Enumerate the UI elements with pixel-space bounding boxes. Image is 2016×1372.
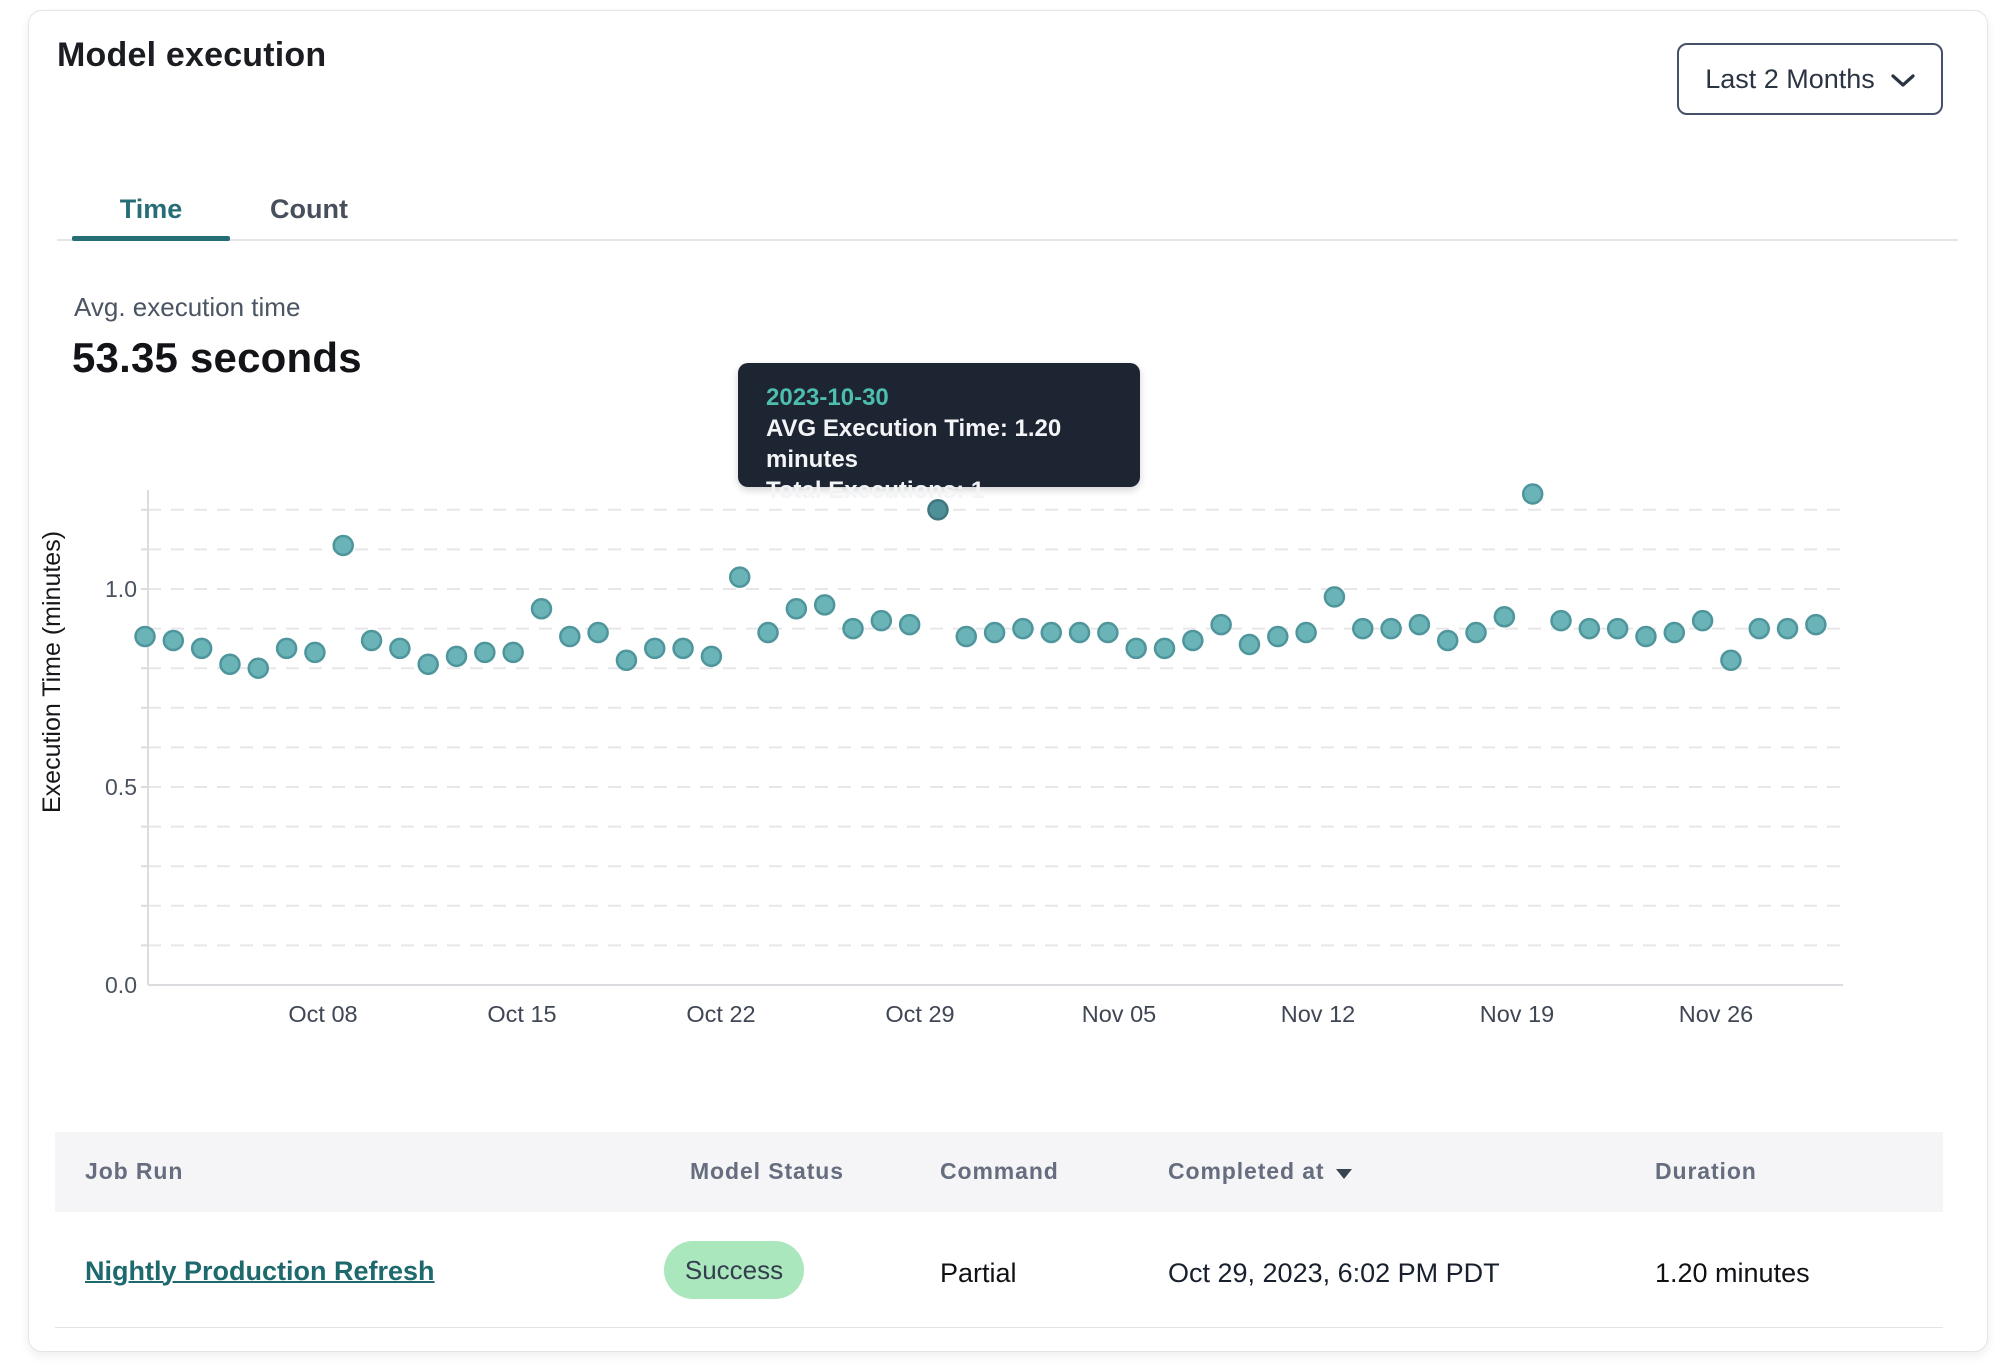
scatter-point[interactable] (475, 643, 494, 662)
scatter-point[interactable] (305, 643, 324, 662)
completed-at-cell: Oct 29, 2023, 6:02 PM PDT (1168, 1258, 1500, 1289)
x-tick-label: Oct 08 (288, 1001, 357, 1027)
scatter-point[interactable] (1750, 619, 1769, 638)
page-title: Model execution (57, 36, 326, 75)
scatter-point[interactable] (1495, 607, 1514, 626)
scatter-point[interactable] (419, 655, 438, 674)
scatter-point[interactable] (136, 627, 155, 646)
scatter-point[interactable] (787, 599, 806, 618)
x-tick-label: Oct 15 (487, 1001, 556, 1027)
scatter-point[interactable] (1325, 587, 1344, 606)
scatter-point[interactable] (277, 639, 296, 658)
scatter-point[interactable] (1098, 623, 1117, 642)
scatter-point[interactable] (1665, 623, 1684, 642)
scatter-point[interactable] (1410, 615, 1429, 634)
scatter-point[interactable] (362, 631, 381, 650)
scatter-point[interactable] (1806, 615, 1825, 634)
scatter-point[interactable] (1382, 619, 1401, 638)
chart-tooltip: 2023-10-30 AVG Execution Time: 1.20 minu… (738, 363, 1140, 487)
scatter-point[interactable] (1070, 623, 1089, 642)
x-tick-label: Nov 05 (1082, 1001, 1156, 1027)
scatter-point[interactable] (164, 631, 183, 650)
scatter-point[interactable] (702, 647, 721, 666)
scatter-point[interactable] (1240, 635, 1259, 654)
x-tick-label: Oct 29 (885, 1001, 954, 1027)
date-range-dropdown[interactable]: Last 2 Months (1677, 43, 1943, 115)
sort-desc-icon (1336, 1169, 1352, 1179)
scatter-point[interactable] (1155, 639, 1174, 658)
scatter-point[interactable] (1183, 631, 1202, 650)
scatter-point[interactable] (1013, 619, 1032, 638)
scatter-point[interactable] (759, 623, 778, 642)
y-tick-label: 0.5 (105, 774, 137, 800)
scatter-point[interactable] (220, 655, 239, 674)
scatter-point[interactable] (532, 599, 551, 618)
scatter-point[interactable] (1608, 619, 1627, 638)
scatter-point[interactable] (730, 568, 749, 587)
scatter-point[interactable] (1721, 651, 1740, 670)
scatter-point[interactable] (1268, 627, 1287, 646)
active-tab-underline (72, 236, 230, 241)
scatter-point[interactable] (192, 639, 211, 658)
column-header-duration[interactable]: Duration (1655, 1158, 1757, 1185)
y-tick-label: 0.0 (105, 972, 137, 998)
scatter-point[interactable] (1353, 619, 1372, 638)
date-range-label: Last 2 Months (1705, 64, 1875, 95)
scatter-point[interactable] (872, 611, 891, 630)
x-tick-label: Nov 12 (1281, 1001, 1355, 1027)
scatter-point[interactable] (1127, 639, 1146, 658)
scatter-point[interactable] (1636, 627, 1655, 646)
scatter-point[interactable] (1778, 619, 1797, 638)
scatter-point[interactable] (447, 647, 466, 666)
command-cell: Partial (940, 1258, 1017, 1289)
scatter-point[interactable] (645, 639, 664, 658)
tooltip-total-executions: Total Executions: 1 (766, 475, 1112, 506)
scatter-point[interactable] (504, 643, 523, 662)
y-tick-label: 1.0 (105, 576, 137, 602)
scatter-point[interactable] (589, 623, 608, 642)
scatter-point[interactable] (1467, 623, 1486, 642)
tooltip-date: 2023-10-30 (766, 382, 1112, 413)
scatter-point[interactable] (1552, 611, 1571, 630)
tabs-bottom-border (57, 239, 1958, 241)
job-run-link[interactable]: Nightly Production Refresh (85, 1256, 435, 1287)
scatter-point[interactable] (815, 595, 834, 614)
scatter-point[interactable] (1438, 631, 1457, 650)
scatter-point[interactable] (1297, 623, 1316, 642)
scatter-point[interactable] (334, 536, 353, 555)
column-header-model-status[interactable]: Model Status (690, 1158, 844, 1185)
scatter-point[interactable] (1212, 615, 1231, 634)
status-badge: Success (664, 1241, 804, 1299)
x-tick-label: Nov 26 (1679, 1001, 1753, 1027)
scatter-point[interactable] (957, 627, 976, 646)
scatter-point[interactable] (1580, 619, 1599, 638)
scatter-point[interactable] (1693, 611, 1712, 630)
x-tick-label: Nov 19 (1480, 1001, 1554, 1027)
chevron-down-icon (1891, 74, 1915, 88)
execution-time-chart[interactable]: 0.0 0.5 1.0 Oct 08 Oct 15 Oct 22 Oct 29 Nov 05 N… (25, 450, 1965, 1050)
tab-time[interactable]: Time (72, 178, 230, 240)
scatter-point[interactable] (674, 639, 693, 658)
x-tick-label: Oct 22 (686, 1001, 755, 1027)
scatter-point[interactable] (900, 615, 919, 634)
scatter-point[interactable] (844, 619, 863, 638)
row-divider (55, 1327, 1943, 1328)
avg-execution-time-label: Avg. execution time (74, 292, 300, 323)
scatter-point[interactable] (617, 651, 636, 670)
column-header-job-run[interactable]: Job Run (85, 1158, 183, 1185)
scatter-point[interactable] (1042, 623, 1061, 642)
duration-cell: 1.20 minutes (1655, 1258, 1810, 1289)
avg-execution-time-value: 53.35 seconds (72, 334, 362, 382)
scatter-point[interactable] (390, 639, 409, 658)
column-header-completed-at[interactable]: Completed at (1168, 1158, 1352, 1185)
tab-count[interactable]: Count (230, 178, 388, 240)
chart-tabs: Time Count (72, 178, 388, 240)
scatter-point[interactable] (985, 623, 1004, 642)
scatter-point[interactable] (249, 659, 268, 678)
tooltip-avg-execution: AVG Execution Time: 1.20 minutes (766, 413, 1112, 475)
scatter-point[interactable] (560, 627, 579, 646)
y-axis-title: Execution Time (minutes) (38, 531, 66, 813)
scatter-point[interactable] (1523, 484, 1542, 503)
column-header-command[interactable]: Command (940, 1158, 1059, 1185)
